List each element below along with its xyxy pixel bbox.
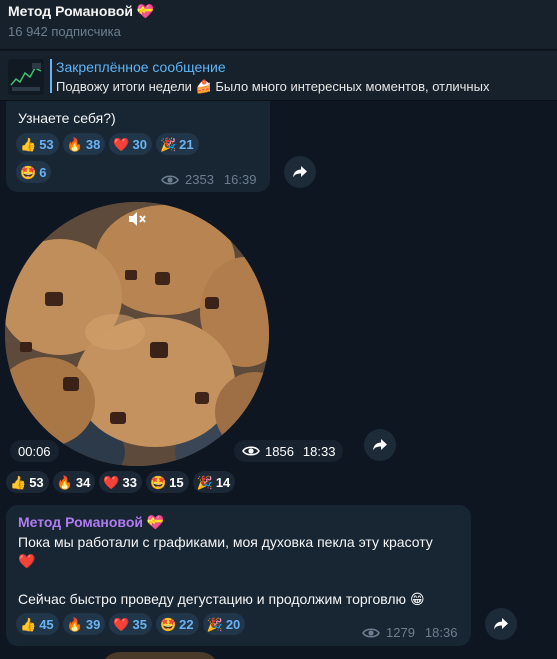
subscriber-count: 16 942 подписчика: [8, 24, 121, 39]
pinned-thumbnail: [8, 59, 44, 95]
message-line-2: Сейчас быстро проведу дегустацию и продо…: [18, 590, 463, 609]
reaction-count: 21: [179, 136, 194, 152]
heart-emoji: ❤️: [18, 553, 36, 569]
reaction-count: 15: [169, 474, 184, 490]
message-bubble: Метод Романовой 💝 Пока мы работали с гра…: [6, 505, 471, 646]
reaction-heart[interactable]: ❤️ 30: [109, 133, 152, 155]
reaction-fire[interactable]: 🔥 39: [62, 613, 106, 635]
message-line: Пока мы работали с графиками, моя духовк…: [18, 534, 433, 550]
reaction-count: 33: [122, 474, 137, 490]
reaction-heart[interactable]: ❤️ 33: [99, 471, 142, 493]
video-reactions-row: 👍 53 🔥 34 ❤️ 33 🤩 15 🎉 14: [6, 471, 236, 493]
share-arrow-icon: [293, 166, 307, 178]
video-duration: 00:06: [10, 440, 59, 462]
reaction-fire[interactable]: 🔥 34: [52, 471, 96, 493]
star-struck-emoji: 🤩: [149, 474, 167, 490]
fire-emoji: 🔥: [56, 474, 73, 490]
message-bubble: Узнаете себя?) 👍 53 🔥 38 ❤️ 30 🎉 21 🤩 6 2353 …: [6, 101, 270, 192]
star-struck-emoji: 🤩: [20, 164, 37, 180]
heart-ribbon-emoji: 💝: [146, 514, 165, 530]
eye-icon: [242, 446, 260, 456]
message-time: 18:36: [424, 625, 458, 640]
video-meta: 1856 18:33: [234, 440, 344, 462]
reaction-thumbs-up[interactable]: 👍 45: [16, 613, 59, 635]
reaction-count: 53: [29, 474, 44, 490]
party-popper-emoji: 🎉: [159, 136, 177, 152]
heart-emoji: ❤️: [113, 616, 130, 632]
reaction-count: 20: [225, 616, 241, 632]
message-text: Узнаете себя?): [18, 110, 116, 126]
reactions-row: 👍 45 🔥 39 ❤️ 35 🤩 22 🎉 20: [16, 613, 246, 635]
reaction-count: 34: [75, 474, 91, 490]
thumbs-up-emoji: 👍: [10, 474, 27, 490]
message-text: Пока мы работали с графиками, моя духовк…: [18, 533, 463, 609]
reaction-party[interactable]: 🎉 14: [192, 471, 236, 493]
reactions-row: 👍 53 🔥 38 ❤️ 30 🎉 21: [16, 133, 199, 155]
sender-name-text: Метод Романовой: [18, 514, 143, 530]
share-button[interactable]: [485, 608, 517, 640]
channel-title[interactable]: Метод Романовой 💝: [8, 3, 154, 20]
fire-emoji: 🔥: [66, 616, 83, 632]
reaction-star-struck[interactable]: 🤩 22: [155, 613, 199, 635]
reaction-count: 53: [39, 136, 54, 152]
eye-icon: [161, 174, 179, 185]
reaction-fire[interactable]: 🔥 38: [62, 133, 106, 155]
party-popper-emoji: 🎉: [206, 616, 223, 632]
reaction-count: 30: [132, 136, 147, 152]
heart-emoji: ❤️: [113, 136, 130, 152]
channel-title-text: Метод Романовой: [8, 3, 133, 19]
reaction-count: 6: [39, 164, 47, 180]
reaction-count: 38: [85, 136, 101, 152]
reaction-count: 39: [85, 616, 101, 632]
fire-emoji: 🔥: [66, 136, 83, 152]
message-line: Сейчас быстро проведу дегустацию и продо…: [18, 591, 407, 607]
message-time: 18:33: [302, 443, 336, 459]
share-arrow-icon: [373, 439, 387, 451]
message-meta: 1279 18:36: [362, 625, 457, 640]
reactions-row: 🤩 6: [16, 161, 52, 183]
share-button[interactable]: [364, 429, 396, 461]
next-video-preview[interactable]: [100, 652, 220, 659]
reaction-heart[interactable]: ❤️ 35: [109, 613, 152, 635]
message-meta: 2353 16:39: [161, 172, 256, 187]
heart-ribbon-emoji: 💝: [136, 3, 155, 19]
reaction-count: 45: [39, 616, 54, 632]
party-popper-emoji: 🎉: [196, 474, 213, 490]
pinned-preview-text: Подвожу итоги недели 🍰 Было много интере…: [56, 79, 490, 94]
sender-name[interactable]: Метод Романовой 💝: [18, 514, 164, 531]
duration-text: 00:06: [18, 443, 51, 459]
pinned-indicator: [50, 59, 52, 93]
thumbs-up-emoji: 👍: [20, 136, 37, 152]
video-frame-cookies: [5, 202, 269, 466]
video-message[interactable]: [5, 202, 269, 466]
view-count: 1856: [265, 443, 294, 459]
heart-emoji: ❤️: [103, 474, 120, 490]
reaction-count: 22: [179, 616, 194, 632]
reaction-thumbs-up[interactable]: 👍 53: [16, 133, 59, 155]
reaction-star-struck[interactable]: 🤩 6: [16, 161, 52, 183]
reaction-star-struck[interactable]: 🤩 15: [145, 471, 189, 493]
reaction-count: 14: [215, 474, 231, 490]
thumbs-up-emoji: 👍: [20, 616, 37, 632]
star-struck-emoji: 🤩: [159, 616, 177, 632]
chat-header[interactable]: Метод Романовой 💝 16 942 подписчика: [0, 0, 557, 50]
grinning-emoji: 😁: [409, 591, 425, 607]
speaker-muted-icon[interactable]: [127, 211, 147, 232]
reaction-count: 35: [132, 616, 147, 632]
view-count: 2353: [185, 172, 214, 187]
view-count: 1279: [386, 625, 415, 640]
reaction-party[interactable]: 🎉 20: [202, 613, 246, 635]
share-button[interactable]: [284, 156, 316, 188]
eye-icon: [362, 627, 380, 638]
pinned-message-bar[interactable]: Закреплённое сообщение Подвожу итоги нед…: [0, 51, 557, 101]
reaction-thumbs-up[interactable]: 👍 53: [6, 471, 49, 493]
pinned-label: Закреплённое сообщение: [56, 59, 226, 75]
reaction-party[interactable]: 🎉 21: [155, 133, 199, 155]
line-spacer: [18, 571, 463, 590]
share-arrow-icon: [494, 618, 508, 630]
message-time: 16:39: [223, 172, 257, 187]
